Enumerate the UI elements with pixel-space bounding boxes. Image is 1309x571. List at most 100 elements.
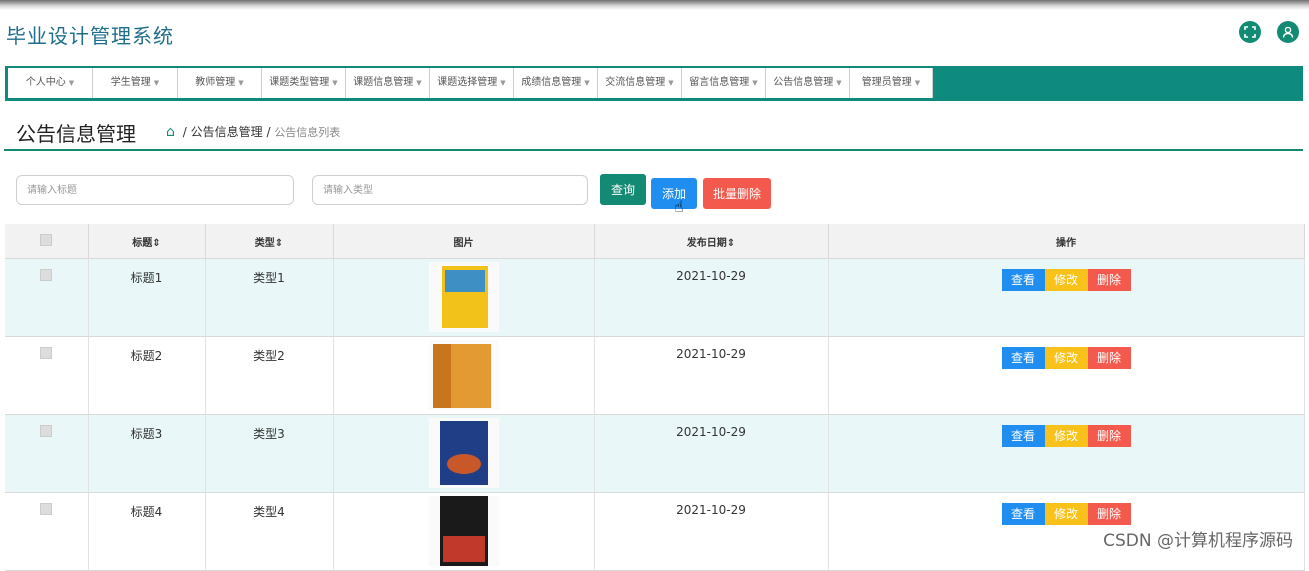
action-group: 查看 修改 删除	[1001, 425, 1131, 447]
edit-button[interactable]: 修改	[1044, 425, 1088, 447]
title-search-input[interactable]	[16, 175, 294, 205]
row-checkbox[interactable]	[40, 503, 53, 515]
page-title: 公告信息管理	[16, 122, 136, 146]
row-checkbox[interactable]	[40, 347, 53, 359]
date-cell: 2021-10-29	[594, 258, 829, 337]
actions-cell: 查看 修改 删除	[828, 414, 1305, 493]
app-title: 毕业设计管理系统	[6, 24, 174, 48]
book-art	[446, 454, 481, 474]
batch-delete-button[interactable]: 批量删除	[703, 178, 771, 209]
breadcrumb-separator: /	[182, 125, 187, 139]
table-row: 标题2 类型2 2021-10-29 查看 修改 删除	[5, 336, 1305, 415]
user-icon[interactable]	[1277, 21, 1299, 43]
nav-item-topic-types[interactable]: 课题类型管理 ▼	[262, 68, 346, 98]
nav-item-students[interactable]: 学生管理 ▼	[93, 68, 178, 98]
delete-button[interactable]: 删除	[1087, 503, 1131, 525]
column-header-actions: 操作	[828, 224, 1305, 259]
select-all-checkbox[interactable]	[40, 233, 53, 246]
pointer-cursor-icon: ☝	[674, 197, 684, 216]
column-header-title[interactable]: 标题⇕	[88, 224, 206, 259]
fullscreen-glyph	[1244, 26, 1256, 38]
column-header-date[interactable]: 发布日期⇕	[594, 224, 829, 259]
chevron-down-icon: ▼	[332, 79, 338, 87]
breadcrumb-section[interactable]: 公告信息管理	[191, 125, 263, 139]
nav-item-label: 教师管理	[195, 77, 236, 88]
top-shadow	[0, 0, 1309, 10]
nav-item-messages[interactable]: 留言信息管理 ▼	[682, 68, 766, 98]
fullscreen-icon[interactable]	[1239, 21, 1261, 43]
chevron-down-icon: ▼	[914, 79, 921, 87]
nav-item-personal-center[interactable]: 个人中心 ▼	[8, 68, 93, 98]
nav-item-topic-selection[interactable]: 课题选择管理 ▼	[430, 68, 514, 98]
nav-item-topic-info[interactable]: 课题信息管理 ▼	[346, 68, 430, 98]
book-front	[450, 344, 491, 408]
image-cell	[333, 414, 595, 493]
chevron-down-icon: ▼	[668, 79, 674, 87]
column-header-label: 类型	[254, 237, 275, 249]
chevron-down-icon: ▼	[68, 79, 75, 87]
book-front	[439, 421, 488, 485]
delete-button[interactable]: 删除	[1087, 269, 1131, 291]
row-select-cell	[5, 258, 89, 337]
chevron-down-icon: ▼	[752, 79, 758, 87]
date-cell: 2021-10-29	[594, 414, 829, 493]
type-cell: 类型1	[205, 258, 334, 337]
view-button[interactable]: 查看	[1001, 269, 1045, 291]
sort-icon: ⇕	[152, 237, 161, 249]
book-cover-image	[428, 418, 499, 488]
chevron-down-icon: ▼	[238, 79, 244, 87]
nav-item-label: 交流信息管理	[605, 77, 666, 88]
edit-button[interactable]: 修改	[1044, 269, 1088, 291]
nav-item-label: 公告信息管理	[773, 77, 834, 88]
image-cell	[333, 336, 595, 415]
nav-item-label: 课题类型管理	[269, 77, 330, 88]
row-select-cell	[5, 414, 89, 493]
view-button[interactable]: 查看	[1001, 347, 1045, 369]
type-cell: 类型2	[205, 336, 334, 415]
edit-button[interactable]: 修改	[1044, 503, 1088, 525]
nav-item-label: 个人中心	[25, 77, 66, 88]
nav-item-label: 学生管理	[110, 77, 151, 88]
user-glyph	[1282, 26, 1294, 38]
chevron-down-icon: ▼	[500, 79, 506, 87]
column-header-label: 发布日期	[686, 237, 727, 249]
edit-button[interactable]: 修改	[1044, 347, 1088, 369]
nav-item-admins[interactable]: 管理员管理 ▼	[850, 68, 933, 98]
nav-item-exchange[interactable]: 交流信息管理 ▼	[598, 68, 682, 98]
select-all-cell	[5, 224, 89, 259]
nav-item-label: 课题选择管理	[437, 77, 498, 88]
nav-item-label: 管理员管理	[861, 77, 912, 88]
table-row: 标题1 类型1 2021-10-29 查看 修改 删除	[5, 258, 1305, 337]
delete-button[interactable]: 删除	[1087, 347, 1131, 369]
view-button[interactable]: 查看	[1001, 503, 1045, 525]
row-checkbox[interactable]	[40, 425, 53, 437]
title-cell: 标题2	[88, 336, 206, 415]
date-cell: 2021-10-29	[594, 336, 829, 415]
nav-item-label: 留言信息管理	[689, 77, 750, 88]
image-cell	[333, 258, 595, 337]
action-group: 查看 修改 删除	[1001, 347, 1131, 369]
nav-item-announcements[interactable]: 公告信息管理 ▼	[766, 68, 850, 98]
announcement-table: 标题⇕ 类型⇕ 图片 发布日期⇕ 操作 标题1 类型1 2021-10-29 查…	[5, 224, 1305, 571]
nav-item-label: 成绩信息管理	[521, 77, 582, 88]
actions-cell: 查看 修改 删除	[828, 336, 1305, 415]
breadcrumb-separator: /	[266, 125, 271, 139]
nav-item-label: 课题信息管理	[353, 77, 414, 88]
query-button[interactable]: 查询	[600, 174, 646, 205]
nav-item-grades[interactable]: 成绩信息管理 ▼	[514, 68, 598, 98]
action-group: 查看 修改 删除	[1001, 269, 1131, 291]
chevron-down-icon: ▼	[584, 79, 590, 87]
type-search-input[interactable]	[312, 175, 588, 205]
nav-item-teachers[interactable]: 教师管理 ▼	[178, 68, 262, 98]
book-art	[442, 536, 485, 562]
delete-button[interactable]: 删除	[1087, 425, 1131, 447]
type-cell: 类型3	[205, 414, 334, 493]
column-header-type[interactable]: 类型⇕	[205, 224, 334, 259]
chevron-down-icon: ▼	[153, 79, 160, 87]
breadcrumb-current: 公告信息列表	[274, 126, 341, 139]
view-button[interactable]: 查看	[1001, 425, 1045, 447]
row-checkbox[interactable]	[40, 269, 53, 281]
home-icon[interactable]: ⌂	[166, 124, 175, 140]
sort-icon: ⇕	[274, 237, 284, 249]
chevron-down-icon: ▼	[836, 79, 842, 87]
